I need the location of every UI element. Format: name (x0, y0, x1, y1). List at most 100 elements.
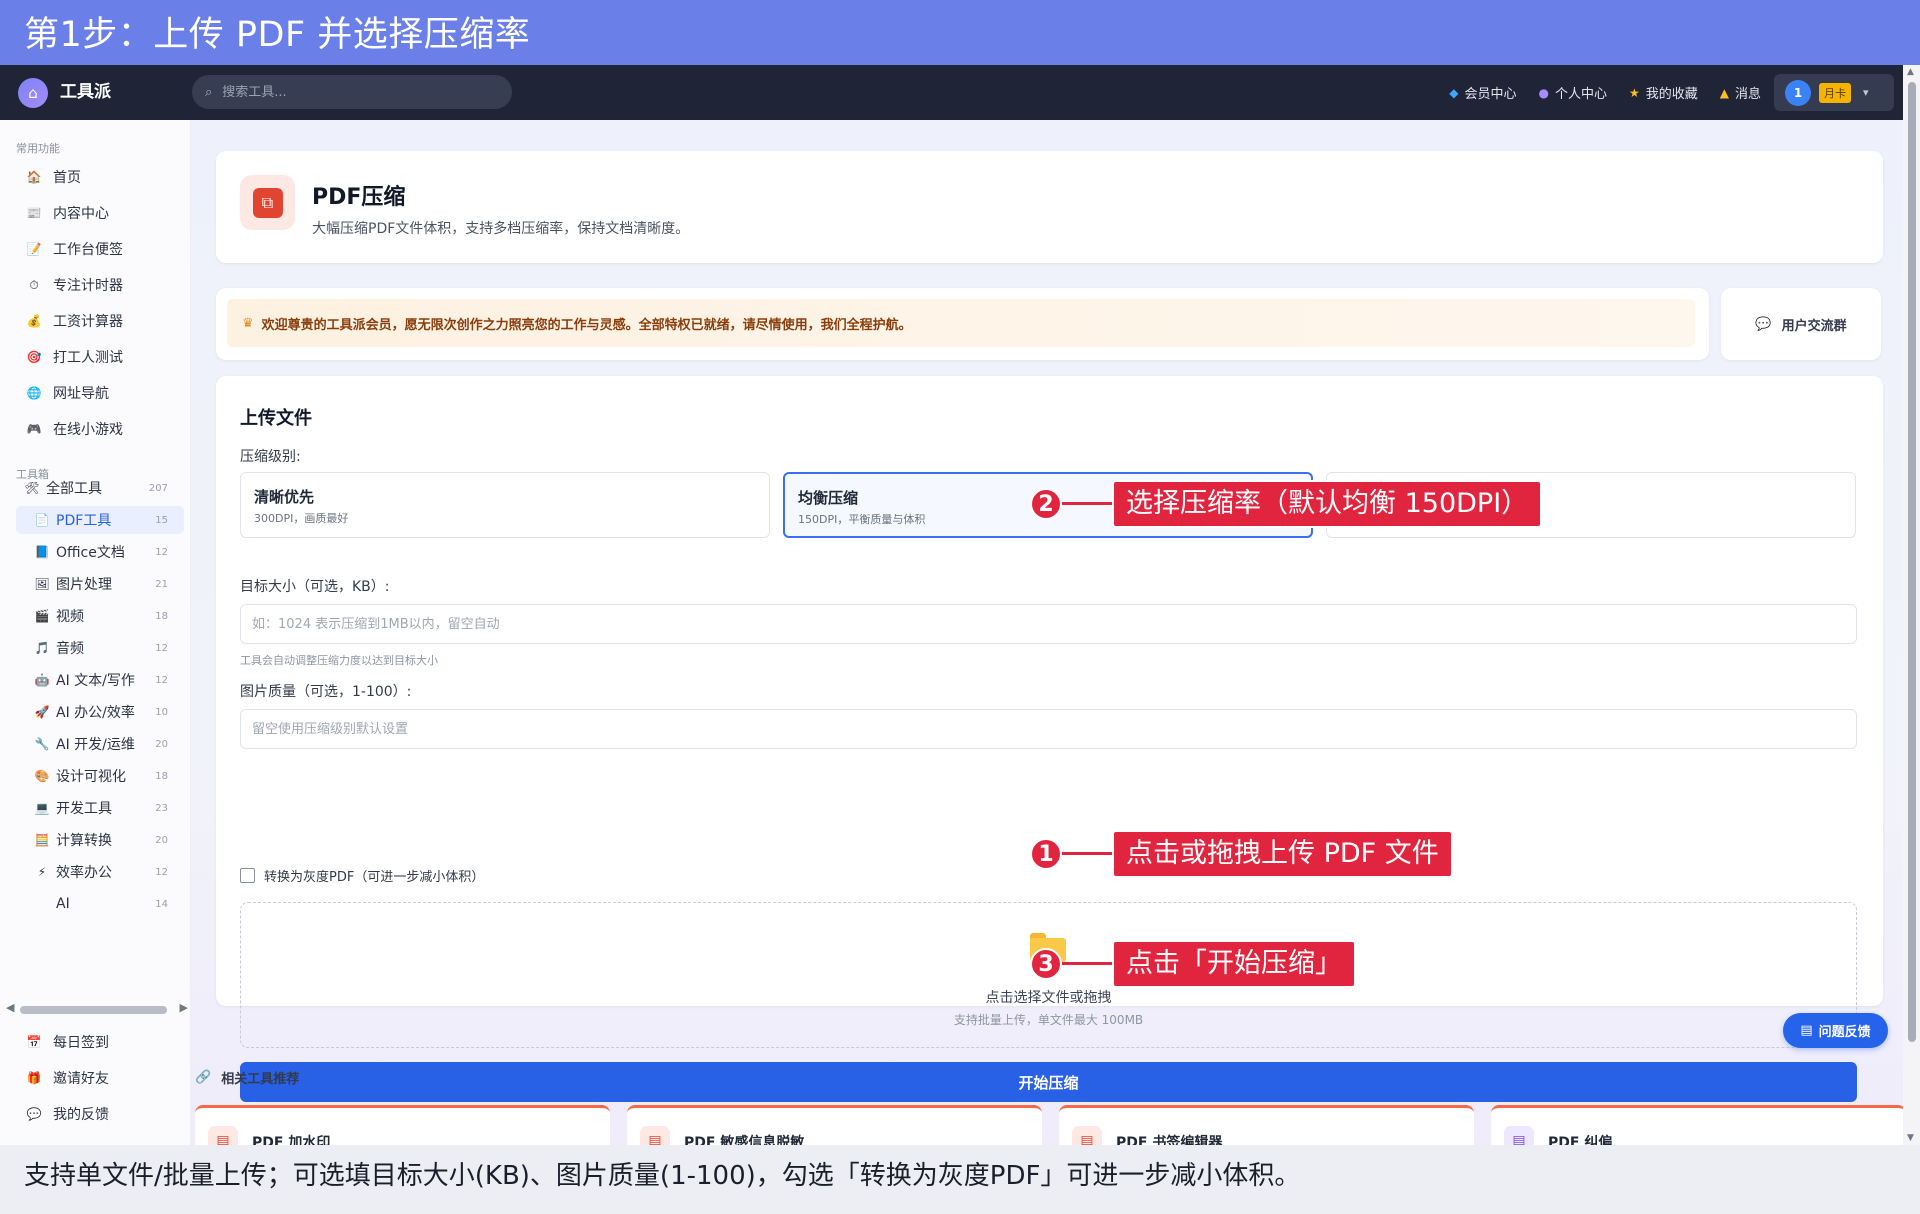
sidebar-tool-category[interactable]: 📄 PDF工具 15 (16, 506, 184, 534)
sidebar-item-note[interactable]: 📝 工作台便签 (26, 239, 123, 259)
monitor-icon: 💻 (34, 801, 50, 815)
upload-form-card: 上传文件 压缩级别: 清晰优先 300DPI，画质最好 均衡压缩 150DPI，… (216, 376, 1883, 1102)
feedback-button[interactable]: ▤ 问题反馈 (1783, 1013, 1888, 1048)
search-box[interactable]: ⌕ (192, 75, 512, 109)
user-icon: ● (1538, 85, 1549, 100)
annotation-step-3: 3 点击「开始压缩」 (1030, 940, 1356, 988)
target-size-label: 目标大小（可选，KB）: (240, 579, 390, 595)
sidebar-tool-count: 12 (155, 546, 168, 558)
scroll-left-arrow-icon[interactable]: ◀ (6, 1001, 14, 1014)
sidebar-tool-category[interactable]: AI 14 (16, 890, 184, 918)
annotation-connector (1062, 962, 1116, 965)
sidebar-item-target[interactable]: 🎯 打工人测试 (26, 347, 123, 367)
sidebar-tool-category[interactable]: 🎵 音频 12 (16, 634, 184, 662)
sidebar-tool-category[interactable]: 🖼 图片处理 21 (16, 570, 184, 598)
sidebar-tool-count: 207 (148, 482, 168, 494)
scroll-down-arrow-icon[interactable]: ▼ (1907, 1133, 1914, 1143)
grayscale-checkbox[interactable] (240, 868, 255, 883)
image-quality-input[interactable] (240, 709, 1857, 749)
scroll-up-arrow-icon[interactable]: ▲ (1907, 67, 1914, 77)
page-title: PDF压缩 (312, 185, 406, 210)
sidebar-item-label: 每日签到 (53, 1035, 109, 1051)
nav-vip-center[interactable]: ◆ 会员中心 (1449, 83, 1516, 103)
step-banner: 第1步：上传 PDF 并选择压缩率 (0, 0, 1920, 65)
related-tools-title: 🔗 相关工具推荐 (195, 1070, 300, 1087)
nav-personal-center[interactable]: ● 个人中心 (1538, 83, 1607, 103)
sidebar-section-common: 常用功能 (16, 142, 60, 155)
globe-icon: 🌐 (26, 386, 42, 400)
start-compress-button[interactable]: 开始压缩 (240, 1062, 1857, 1102)
bell-icon: ▲ (1719, 85, 1729, 100)
scroll-right-arrow-icon[interactable]: ▶ (180, 1001, 188, 1014)
sidebar-tool-category[interactable]: 🤖 AI 文本/写作 12 (16, 666, 184, 694)
sidebar-tool-label: AI 文本/写作 (56, 673, 135, 689)
sidebar-item-label: 邀请好友 (53, 1071, 109, 1087)
annotation-number: 3 (1030, 948, 1062, 980)
sidebar-tool-label: 设计可视化 (56, 769, 126, 785)
user-group-button[interactable]: 💬 用户交流群 (1721, 288, 1881, 360)
sidebar-item-calendar[interactable]: 📅 每日签到 (26, 1032, 109, 1052)
sidebar-tool-count: 23 (155, 802, 168, 814)
sidebar-tool-category[interactable]: 🎨 设计可视化 18 (16, 762, 184, 790)
related-tool-card[interactable]: ▤ PDF 加水印 (195, 1105, 610, 1145)
sidebar-item-label: 内容中心 (53, 206, 109, 222)
office-icon: 📘 (34, 545, 50, 559)
chat-icon: 💬 (26, 1107, 42, 1121)
sidebar-tool-category[interactable]: ⚡ 效率办公 12 (16, 858, 184, 886)
sidebar-tool-category[interactable]: 🛠 全部工具 207 (16, 474, 184, 502)
page-vertical-scrollbar[interactable]: ▲ ▼ (1903, 65, 1920, 1145)
related-tool-card[interactable]: ▤ PDF 纠偏 (1491, 1105, 1906, 1145)
nav-favorites[interactable]: ★ 我的收藏 (1629, 83, 1698, 103)
sidebar-tool-category[interactable]: 🚀 AI 办公/效率 10 (16, 698, 184, 726)
logo-icon[interactable]: ⌂ (18, 78, 48, 108)
sidebar-tool-label: 音频 (56, 641, 84, 657)
user-menu[interactable]: 1 月卡 ▾ (1774, 74, 1894, 111)
sidebar-item-content[interactable]: 📰 内容中心 (26, 203, 109, 223)
annotation-label: 点击「开始压缩」 (1112, 940, 1356, 988)
sidebar-item-home[interactable]: 🏠 首页 (26, 167, 81, 187)
sidebar-item-money[interactable]: 💰 工资计算器 (26, 311, 123, 331)
sidebar-tool-category[interactable]: 💻 开发工具 23 (16, 794, 184, 822)
tools-icon: 🛠 (24, 481, 40, 495)
grayscale-label: 转换为灰度PDF（可进一步减小体积） (264, 870, 485, 885)
video-icon: 🎬 (34, 609, 50, 623)
sidebar-tool-category[interactable]: 🔧 AI 开发/运维 20 (16, 730, 184, 758)
tool-header-card: ⧉ PDF压缩 大幅压缩PDF文件体积，支持多档压缩率，保持文档清晰度。 (216, 151, 1883, 263)
scrollbar-thumb[interactable] (1908, 82, 1916, 1042)
document-icon: ▤ (1800, 1023, 1813, 1038)
target-size-hint: 工具会自动调整压缩力度以达到目标大小 (240, 654, 438, 667)
sidebar-item-label: 工资计算器 (53, 314, 123, 330)
sidebar-tool-count: 14 (155, 898, 168, 910)
sidebar-tool-category[interactable]: 📘 Office文档 12 (16, 538, 184, 566)
image-quality-label: 图片质量（可选，1-100）: (240, 684, 412, 700)
step-caption: 支持单文件/批量上传；可选填目标大小(KB)、图片质量(1-100)，勾选「转换… (0, 1145, 1920, 1214)
target-size-input[interactable] (240, 604, 1857, 644)
search-input[interactable] (222, 84, 473, 100)
level-option-clarity[interactable]: 清晰优先 300DPI，画质最好 (240, 472, 770, 538)
scrollbar-thumb[interactable] (20, 1006, 167, 1014)
crown-icon: ♛ (242, 315, 254, 331)
sidebar-horizontal-scrollbar[interactable]: ◀ ▶ (6, 1001, 188, 1015)
sidebar-item-timer[interactable]: ⏱ 专注计时器 (26, 275, 123, 295)
nav-messages[interactable]: ▲ 消息 (1719, 83, 1761, 103)
pdf-icon: ▤ (208, 1126, 238, 1145)
sidebar-item-globe[interactable]: 🌐 网址导航 (26, 383, 109, 403)
sidebar-tool-category[interactable]: 🎬 视频 18 (16, 602, 184, 630)
sidebar-item-gamepad[interactable]: 🎮 在线小游戏 (26, 419, 123, 439)
calendar-icon: 📅 (26, 1035, 42, 1049)
user-group-label: 用户交流群 (1781, 318, 1847, 334)
sidebar-tool-label: 全部工具 (46, 481, 102, 497)
sidebar-item-chat[interactable]: 💬 我的反馈 (26, 1104, 109, 1124)
chat-bubble-icon: 💬 (1755, 316, 1772, 332)
related-tool-card[interactable]: ▤ PDF 敏感信息脱敏 (627, 1105, 1042, 1145)
sidebar-tool-count: 12 (155, 674, 168, 686)
related-tool-card[interactable]: ▤ PDF 书签编辑器 (1059, 1105, 1474, 1145)
avatar: 1 (1785, 79, 1811, 106)
sidebar-tool-label: 开发工具 (56, 801, 112, 817)
grayscale-option[interactable]: 转换为灰度PDF（可进一步减小体积） (240, 866, 484, 885)
brand-name[interactable]: 工具派 (60, 65, 111, 120)
sidebar-tool-category[interactable]: 🧮 计算转换 20 (16, 826, 184, 854)
sidebar-item-gift[interactable]: 🎁 邀请好友 (26, 1068, 109, 1088)
annotation-step-1: 1 点击或拖拽上传 PDF 文件 (1030, 830, 1453, 878)
level-name: 清晰优先 (254, 488, 315, 506)
